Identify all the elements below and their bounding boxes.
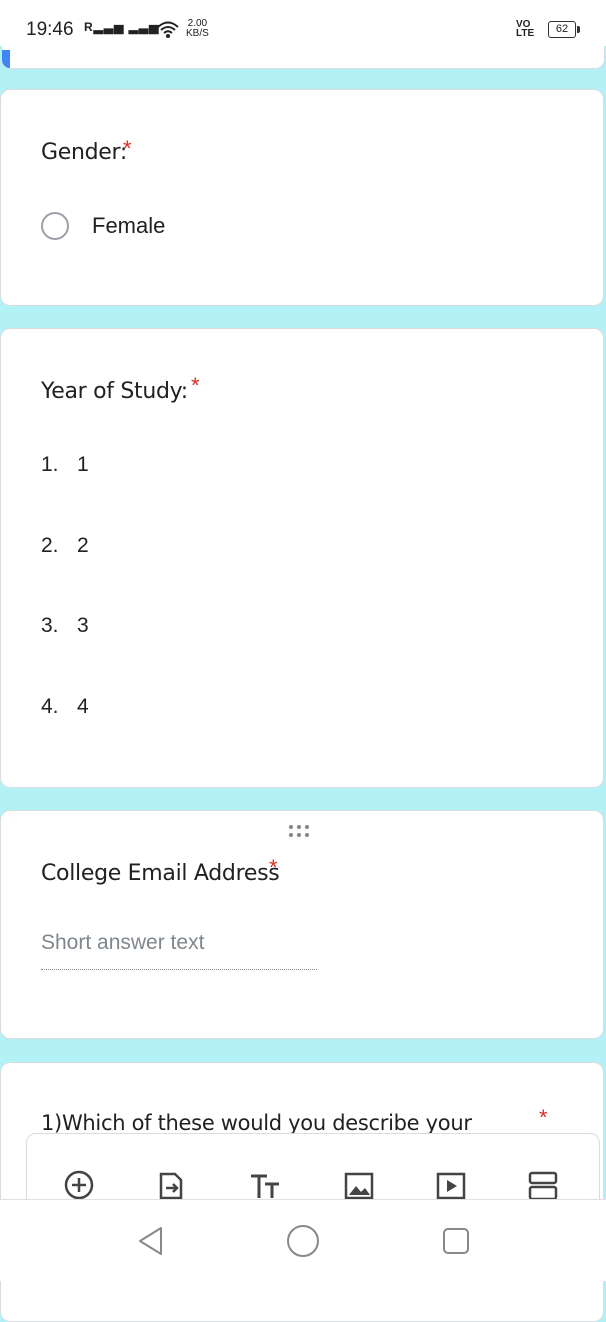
add-video-icon[interactable] — [435, 1170, 467, 1200]
list-number: 1. — [41, 453, 59, 476]
add-image-icon[interactable] — [343, 1170, 375, 1200]
add-title-icon[interactable] — [249, 1170, 281, 1200]
add-question-icon[interactable] — [63, 1170, 95, 1200]
import-questions-icon[interactable] — [155, 1170, 187, 1200]
list-item[interactable]: 3. 3 — [41, 614, 89, 638]
required-asterisk: * — [269, 855, 278, 880]
signal-icon: R▂▃▅ ▂▃▅ — [84, 20, 160, 34]
list-item[interactable]: 4. 4 — [41, 695, 89, 719]
required-asterisk: * — [191, 373, 200, 398]
question-card-gender[interactable]: Gender: * Female — [0, 89, 604, 306]
question-card-year[interactable]: Year of Study: * 1. 1 2. 2 3. 3 4. 4 — [0, 328, 604, 788]
back-icon[interactable] — [136, 1226, 166, 1256]
list-number: 2. — [41, 534, 59, 557]
required-asterisk: * — [123, 136, 132, 161]
battery-icon: 62 — [548, 21, 580, 38]
wifi-icon — [157, 21, 179, 38]
question-title: College Email Address — [41, 861, 280, 886]
navigation-bar — [0, 1199, 606, 1281]
question-title: Gender: — [41, 140, 127, 165]
drag-handle-icon[interactable] — [287, 823, 317, 843]
required-asterisk: * — [539, 1105, 548, 1130]
short-answer-placeholder[interactable]: Short answer text — [41, 931, 204, 955]
list-label: 4 — [77, 695, 89, 718]
list-number: 4. — [41, 695, 59, 718]
question-title: 1)Which of these would you describe your — [41, 1111, 472, 1135]
recents-icon[interactable] — [442, 1227, 470, 1255]
option-label: Female — [92, 213, 166, 238]
list-item[interactable]: 1. 1 — [41, 453, 89, 477]
list-label: 3 — [77, 614, 89, 637]
list-item[interactable]: 2. 2 — [41, 534, 89, 558]
volte-bottom: LTE — [516, 28, 535, 39]
add-section-icon[interactable] — [527, 1170, 559, 1200]
question-title: Year of Study: — [41, 379, 188, 404]
radio-button[interactable] — [41, 212, 69, 240]
list-label: 2 — [77, 534, 89, 557]
list-label: 1 — [77, 453, 89, 476]
list-number: 3. — [41, 614, 59, 637]
question-card-email[interactable]: College Email Address * Short answer tex… — [0, 810, 604, 1039]
selected-accent — [2, 50, 10, 68]
network-speed: 2.00 KB/S — [186, 19, 209, 39]
roaming-indicator: R — [84, 20, 94, 34]
status-time: 19:46 — [26, 19, 74, 40]
speed-unit: KB/S — [186, 28, 209, 39]
home-icon[interactable] — [286, 1224, 320, 1258]
status-bar: 19:46 R▂▃▅ ▂▃▅ 2.00 KB/S VO LTE 62 — [0, 0, 606, 46]
volte-indicator: VO LTE — [516, 20, 535, 39]
short-answer-underline — [41, 969, 317, 970]
